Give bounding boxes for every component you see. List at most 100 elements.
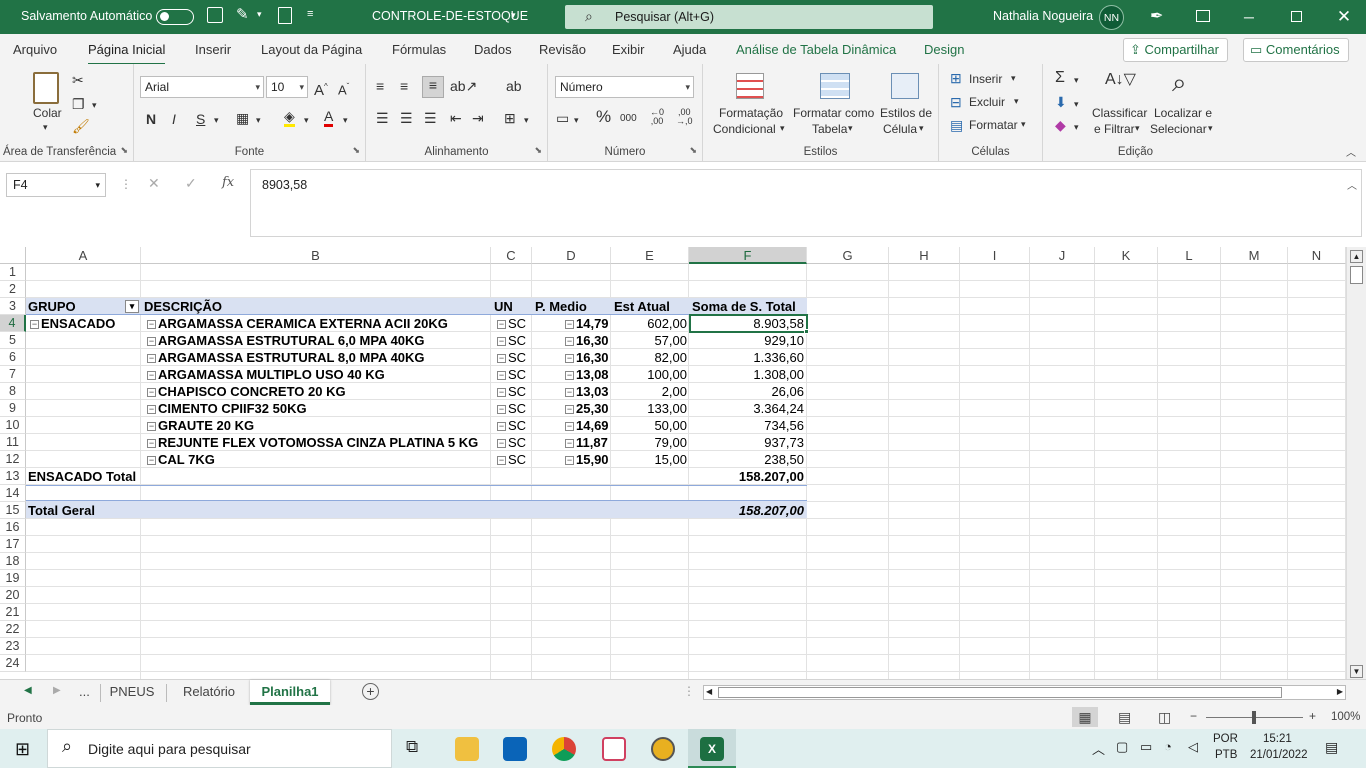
chevron-down-icon[interactable]: ▾ <box>780 123 785 134</box>
tab-ajuda[interactable]: Ajuda <box>673 42 706 57</box>
taskbar-search[interactable]: ⌕ Digite aqui para pesquisar <box>47 729 392 768</box>
header-soma[interactable]: Soma de S. Total <box>692 298 806 315</box>
file-name[interactable]: CONTROLE-DE-ESTOQUE <box>372 9 528 23</box>
number-format-combo[interactable]: Número ▾ <box>555 76 694 98</box>
item-est-cell[interactable]: 79,00 <box>612 434 687 451</box>
tab-exibir[interactable]: Exibir <box>612 42 645 57</box>
item-total-cell[interactable]: 238,50 <box>690 451 804 468</box>
outlook-icon[interactable] <box>503 737 527 761</box>
column-header-e[interactable]: E <box>611 247 689 264</box>
cell-styles-label-1[interactable]: Estilos de <box>880 106 932 120</box>
language-1[interactable]: POR <box>1213 733 1238 745</box>
header-descricao[interactable]: DESCRIÇÃO <box>144 298 489 315</box>
insert-cells-label[interactable]: Inserir <box>969 72 1002 86</box>
item-un-cell[interactable]: − SC <box>497 366 531 383</box>
increase-indent-icon[interactable]: ⇥ <box>472 110 484 126</box>
volume-icon[interactable]: ◁ <box>1188 739 1198 755</box>
item-total-cell[interactable]: 1.336,60 <box>690 349 804 366</box>
item-pm-cell[interactable]: −16,30 <box>565 332 609 349</box>
row-header-13[interactable]: 13 <box>0 468 26 485</box>
sort-label-1[interactable]: Classificar <box>1092 106 1147 120</box>
chevron-down-icon[interactable]: ▾ <box>1208 123 1213 134</box>
align-middle-icon[interactable]: ≡ <box>400 78 408 94</box>
decrease-decimal-icon[interactable]: ,00 →,0 <box>676 108 693 126</box>
chevron-down-icon[interactable]: ▾ <box>257 9 262 20</box>
save-icon[interactable] <box>207 7 223 23</box>
column-header-h[interactable]: H <box>889 247 960 264</box>
add-sheet-icon[interactable]: + <box>362 683 379 700</box>
chevron-down-icon[interactable]: ▾ <box>1074 96 1079 112</box>
chevron-down-icon[interactable]: ▾ <box>848 123 853 134</box>
chevron-down-icon[interactable]: ▾ <box>1135 123 1140 134</box>
column-header-l[interactable]: L <box>1158 247 1221 264</box>
clear-icon[interactable]: ◆ <box>1055 117 1066 133</box>
snipping-tool-icon[interactable] <box>602 737 626 761</box>
collapse-icon[interactable]: − <box>147 456 156 465</box>
battery-icon[interactable]: ▭ <box>1140 739 1152 755</box>
hscroll-thumb[interactable] <box>718 687 1282 698</box>
chrome-icon[interactable] <box>552 737 576 761</box>
share-button[interactable]: ⇪ Compartilhar <box>1123 38 1228 62</box>
item-est-cell[interactable]: 50,00 <box>612 417 687 434</box>
language-2[interactable]: PTB <box>1215 749 1237 761</box>
decrease-font-icon[interactable]: Aˇ <box>338 79 349 98</box>
align-top-icon[interactable]: ≡ <box>376 78 384 94</box>
collapse-icon[interactable]: − <box>497 337 506 346</box>
row-header-23[interactable]: 23 <box>0 638 26 655</box>
filename-chevron-icon[interactable]: ▾ <box>511 10 516 21</box>
row-header-21[interactable]: 21 <box>0 604 26 621</box>
collapse-icon[interactable]: − <box>497 439 506 448</box>
item-desc-cell[interactable]: − REJUNTE FLEX VOTOMOSSA CINZA PLATINA 5 … <box>147 434 489 451</box>
header-est-atual[interactable]: Est Atual <box>614 298 688 315</box>
task-view-icon[interactable]: ⧉ <box>406 737 418 757</box>
collapse-icon[interactable]: − <box>30 320 39 329</box>
vpn-app-icon[interactable] <box>651 737 675 761</box>
chevron-down-icon[interactable]: ▾ <box>1074 72 1079 88</box>
item-un-cell[interactable]: − SC <box>497 434 531 451</box>
item-est-cell[interactable]: 57,00 <box>612 332 687 349</box>
item-est-cell[interactable]: 602,00 <box>612 315 687 332</box>
item-total-cell[interactable]: 1.308,00 <box>690 366 804 383</box>
item-pm-cell[interactable]: −11,87 <box>565 434 609 451</box>
tab-layout[interactable]: Layout da Página <box>261 42 362 57</box>
enter-icon[interactable]: ✓ <box>185 175 197 192</box>
tab-dados[interactable]: Dados <box>474 42 512 57</box>
item-est-cell[interactable]: 82,00 <box>612 349 687 366</box>
collapse-icon[interactable]: − <box>497 388 506 397</box>
row-header-20[interactable]: 20 <box>0 587 26 604</box>
item-est-cell[interactable]: 15,00 <box>612 451 687 468</box>
item-total-cell[interactable]: 734,56 <box>690 417 804 434</box>
copy-icon[interactable]: ❐ <box>72 96 85 112</box>
select-all-corner[interactable] <box>0 247 26 264</box>
collapse-icon[interactable]: − <box>497 354 506 363</box>
merge-center-icon[interactable]: ⊞ <box>504 110 516 126</box>
align-right-icon[interactable]: ☰ <box>424 110 437 126</box>
delete-cells-label[interactable]: Excluir <box>969 95 1005 109</box>
row-header-2[interactable]: 2 <box>0 281 26 298</box>
item-pm-cell[interactable]: −13,08 <box>565 366 609 383</box>
header-un[interactable]: UN <box>494 298 532 315</box>
align-bottom-icon[interactable]: ≡ <box>422 76 444 98</box>
row-header-4[interactable]: 4 <box>0 315 26 332</box>
scroll-thumb[interactable] <box>1350 266 1363 284</box>
row-header-16[interactable]: 16 <box>0 519 26 536</box>
insert-cells-icon[interactable]: ⊞ <box>950 70 962 86</box>
sheet-tab-planilha1[interactable]: Planilha1 <box>250 680 330 705</box>
collapse-icon[interactable]: − <box>497 422 506 431</box>
column-header-i[interactable]: I <box>960 247 1030 264</box>
scroll-down-icon[interactable]: ▼ <box>1350 665 1363 678</box>
conditional-format-icon[interactable] <box>736 73 764 99</box>
collapse-icon[interactable]: − <box>147 405 156 414</box>
increase-font-icon[interactable]: A^ <box>314 79 328 99</box>
align-left-icon[interactable]: ☰ <box>376 110 389 126</box>
zoom-slider-thumb[interactable] <box>1252 711 1256 724</box>
item-un-cell[interactable]: − SC <box>497 349 531 366</box>
item-total-cell[interactable]: 937,73 <box>690 434 804 451</box>
underline-button[interactable]: S <box>196 111 205 127</box>
find-icon[interactable]: ⌕ <box>1172 68 1187 96</box>
row-header-19[interactable]: 19 <box>0 570 26 587</box>
sheet-tab-relatorio[interactable]: Relatório <box>170 680 248 705</box>
autosave-toggle[interactable] <box>156 9 194 25</box>
borders-chevron-icon[interactable]: ▾ <box>256 112 261 128</box>
collapse-icon[interactable]: − <box>565 439 574 448</box>
